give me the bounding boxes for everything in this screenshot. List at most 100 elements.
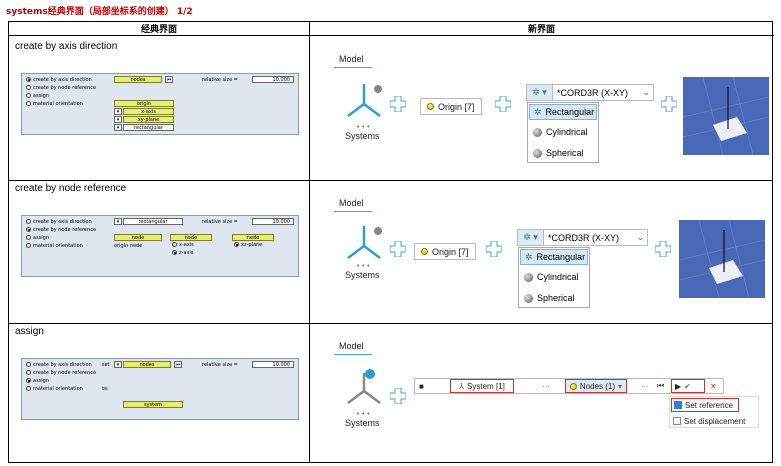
plus-icon [486, 241, 502, 257]
radio-icon[interactable] [234, 242, 239, 247]
radio-icon[interactable] [26, 85, 31, 90]
origin-node-button[interactable]: node [114, 234, 162, 241]
origin-button[interactable]: Origin [7] [420, 98, 482, 115]
reset-icon[interactable]: ⏮ [657, 379, 664, 393]
chevron-down-icon[interactable]: ▾ [114, 116, 122, 123]
radio-row[interactable]: create by node reference [26, 226, 96, 233]
origin-button[interactable]: Origin [7] [414, 243, 476, 260]
radio-row[interactable]: material orientation [26, 385, 83, 392]
x-axis-node-button[interactable]: node [170, 234, 212, 241]
radio-icon[interactable] [172, 242, 177, 247]
nodes-selector-button[interactable]: Nodes (1) ▾ [565, 379, 627, 393]
document-title: systems经典界面（局部坐标系的创建） 1/2 [6, 7, 193, 17]
close-icon[interactable]: ✕ [710, 379, 717, 393]
cylinder-icon [524, 272, 533, 282]
system-type-dropdown[interactable]: ✲ ▾ *CORD3R (X-XY) ⌄ [526, 84, 654, 101]
radio-icon[interactable] [172, 250, 177, 255]
radio-x-axis[interactable]: x-axis [172, 241, 194, 248]
menu-item-cylindrical[interactable]: Cylindrical [520, 269, 588, 285]
node-icon [427, 103, 434, 110]
chevron-down-icon[interactable]: ▾ [114, 218, 122, 225]
chevron-down-icon[interactable]: ⌄ [642, 87, 653, 98]
chevron-down-icon[interactable]: ▾ [114, 108, 122, 115]
toolbar-menu-icon[interactable]: ■ [419, 379, 424, 393]
system-type-menu: ✲ Rectangular Cylindrical Spherical [518, 247, 590, 308]
menu-item-cylindrical[interactable]: Cylindrical [529, 124, 597, 140]
radio-row[interactable]: create by axis direction [26, 218, 92, 225]
nodes-button[interactable]: nodes [114, 76, 162, 83]
model-tab[interactable]: Model [339, 198, 364, 208]
system-button[interactable]: system [123, 401, 183, 408]
radio-icon[interactable] [26, 386, 31, 391]
more-dots-icon[interactable]: ••• [356, 123, 371, 131]
reset-icon[interactable]: ⏮ [165, 76, 173, 83]
menu-item-rectangular[interactable]: ✲ Rectangular [529, 104, 597, 120]
checkbox-icon[interactable] [674, 401, 682, 409]
rectangular-select[interactable]: rectangular [123, 218, 183, 225]
nodes-button[interactable]: nodes [123, 361, 171, 368]
radio-icon[interactable] [26, 243, 31, 248]
rectangular-select[interactable]: rectangular [123, 124, 174, 131]
radio-row[interactable]: material orientation [26, 100, 83, 107]
radio-icon[interactable] [26, 362, 31, 367]
menu-item-spherical[interactable]: Spherical [529, 145, 597, 161]
radio-icon[interactable] [26, 227, 31, 232]
xaxis-button[interactable]: x-axis [123, 108, 174, 115]
menu-item-spherical[interactable]: Spherical [520, 290, 588, 306]
menu-item-rectangular[interactable]: ✲ Rectangular [520, 249, 588, 265]
radio-z-axis[interactable]: z-axis [172, 249, 193, 256]
checkbox-icon[interactable] [673, 417, 681, 425]
play-icon[interactable]: ▶ [672, 382, 681, 391]
more-dots-icon[interactable]: ··· [542, 379, 550, 393]
system-type-menu: ✲ Rectangular Cylindrical Spherical [527, 102, 599, 163]
plus-icon [390, 388, 406, 404]
radio-row[interactable]: create by axis direction [26, 361, 92, 368]
reset-icon[interactable]: ⏮ [174, 361, 182, 368]
system-type-dropdown[interactable]: ✲ ▾ *CORD3R (X-XY) ⌄ [517, 229, 648, 246]
radio-row[interactable]: assign [26, 377, 49, 384]
system-selector-button[interactable]: ⅄ System [1] [450, 379, 514, 393]
radio-row[interactable]: create by node reference [26, 84, 96, 91]
plus-icon [655, 241, 671, 257]
row-title-node-reference: create by node reference [15, 183, 127, 194]
model-tab[interactable]: Model [339, 54, 364, 64]
check-icon[interactable]: ✔ [684, 382, 691, 391]
radio-icon[interactable] [26, 77, 31, 82]
radio-icon[interactable] [26, 370, 31, 375]
systems-icon[interactable] [344, 367, 384, 409]
model-tab[interactable]: Model [339, 341, 364, 351]
relative-size-field[interactable]: 10.000 [252, 218, 294, 225]
radio-row[interactable]: assign [26, 234, 49, 241]
radio-icon[interactable] [26, 378, 31, 383]
chevron-down-icon[interactable]: ▾ [114, 361, 122, 368]
radio-row[interactable]: assign [26, 92, 49, 99]
set-displacement-option[interactable]: Set displacement [673, 414, 745, 428]
radio-icon[interactable] [26, 101, 31, 106]
model-tab-underline [334, 67, 372, 68]
relative-size-field[interactable]: 10.000 [252, 361, 294, 368]
classic-panel-axis-direction: create by axis direction create by node … [21, 73, 299, 135]
chevron-down-icon[interactable]: ⌄ [636, 232, 647, 243]
header-new: 新界面 [309, 22, 774, 36]
radio-icon[interactable] [26, 93, 31, 98]
more-dots-icon[interactable]: ••• [356, 262, 371, 270]
radio-icon[interactable] [26, 235, 31, 240]
more-dots-icon[interactable]: ••• [356, 410, 371, 418]
radio-xz-plane[interactable]: xz-plane [234, 241, 262, 248]
set-reference-option[interactable]: Set reference [671, 398, 739, 412]
origin-node-label: origin node [114, 243, 143, 249]
origin-button[interactable]: origin [114, 100, 174, 107]
model-tab-underline [334, 211, 372, 212]
systems-icon[interactable] [344, 80, 384, 122]
radio-row[interactable]: create by node reference [26, 369, 96, 376]
relative-size-field[interactable]: 10.000 [252, 76, 294, 83]
more-dots-icon[interactable]: ··· [641, 379, 649, 393]
chevron-down-icon[interactable]: ▾ [114, 124, 122, 131]
xz-plane-node-button[interactable]: node [232, 234, 274, 241]
radio-row[interactable]: create by axis direction [26, 76, 92, 83]
xyplane-button[interactable]: xy-plane [123, 116, 174, 123]
radio-icon[interactable] [26, 219, 31, 224]
systems-icon[interactable] [344, 222, 384, 264]
apply-buttons-group: ▶ ✔ [671, 379, 705, 393]
radio-row[interactable]: material orientation [26, 242, 83, 249]
